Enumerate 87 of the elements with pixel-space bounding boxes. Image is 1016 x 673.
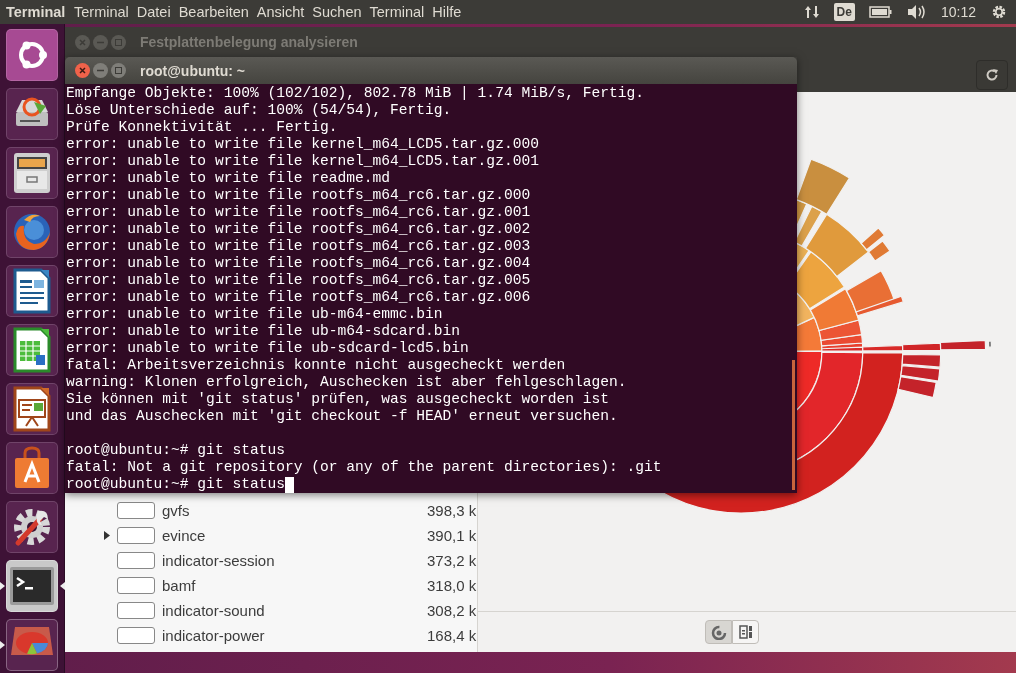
refresh-button[interactable] <box>976 59 1008 90</box>
color-swatch <box>117 627 155 644</box>
minimize-icon <box>97 67 104 74</box>
color-swatch <box>117 577 155 594</box>
menu-item[interactable]: Ansicht <box>256 4 305 20</box>
terminal-line: root@ubuntu:~# git status <box>66 476 285 493</box>
terminal-line: warning: Klonen erfolgreich, Auschecken ist aber fehlgeschlagen. <box>66 374 627 391</box>
terminal-icon <box>9 566 55 606</box>
folder-size: 168,4 k <box>427 627 477 644</box>
launcher-item[interactable] <box>6 29 58 81</box>
keyboard-layout-indicator[interactable]: De <box>833 3 855 21</box>
folder-size: 318,0 k <box>427 577 477 594</box>
view-toggle-button[interactable] <box>705 620 732 644</box>
color-swatch <box>117 527 155 544</box>
terminal-line: error: unable to write file kernel_m64_LCD5.tar.gz.001 <box>66 153 539 170</box>
folder-name[interactable]: gvfs <box>162 502 427 519</box>
terminal-line: Löse Unterschiede auf: 100% (54/54), Fertig. <box>66 102 452 119</box>
refresh-icon <box>985 67 999 82</box>
file-cabinet-icon <box>11 151 53 195</box>
battery-icon[interactable] <box>868 5 893 19</box>
terminal-line: Sie können mit 'git status' prüfen, was ausgecheckt worden ist <box>66 391 609 408</box>
expander-icon[interactable] <box>104 531 110 540</box>
terminal-line: error: unable to write file rootfs_m64_rc6.tar.gz.005 <box>66 272 531 289</box>
folder-name[interactable]: indicator-session <box>162 552 427 569</box>
app-name: Terminal <box>5 4 66 20</box>
terminal-line: error: unable to write file rootfs_m64_rc6.tar.gz.001 <box>66 204 531 221</box>
terminal-line: root@ubuntu:~# git status <box>66 442 285 459</box>
terminal-line: error: unable to write file readme.md <box>66 170 391 187</box>
transfer-arrows-icon[interactable] <box>803 4 820 20</box>
folder-name[interactable]: indicator-power <box>162 627 427 644</box>
menu-item[interactable]: Bearbeiten <box>178 4 249 20</box>
launcher-item[interactable] <box>6 442 58 494</box>
color-swatch <box>117 552 155 569</box>
terminal-line: error: unable to write file ub-m64-sdcard.bin <box>66 323 461 340</box>
terminal-line: error: unable to write file rootfs_m64_rc6.tar.gz.002 <box>66 221 531 238</box>
document-icon <box>12 268 52 314</box>
minimize-button[interactable] <box>93 63 108 78</box>
clock[interactable]: 10:12 <box>940 4 976 20</box>
menu-item[interactable]: Hilfe <box>432 4 462 20</box>
terminal-line: error: unable to write file rootfs_m64_rc6.tar.gz.003 <box>66 238 531 255</box>
terminal-line: Empfange Objekte: 100% (102/102), 802.78 MiB | 1.74 MiB/s, Fertig. <box>66 85 644 102</box>
shopping-bag-icon <box>12 446 52 490</box>
terminal-line: error: unable to write file rootfs_m64_rc6.tar.gz.006 <box>66 289 531 306</box>
treemap-chart-icon <box>738 625 753 639</box>
terminal-line: error: unable to write file ub-sdcard-lcd5.bin <box>66 340 469 357</box>
gear-icon[interactable] <box>990 3 1008 21</box>
maximize-button[interactable] <box>111 63 126 78</box>
menu-item[interactable]: Terminal <box>369 4 425 20</box>
folder-name[interactable]: bamf <box>162 577 427 594</box>
folder-size: 373,2 k <box>427 552 477 569</box>
folder-name[interactable]: evince <box>162 527 427 544</box>
scrollbar[interactable] <box>792 360 795 490</box>
launcher-item[interactable] <box>6 501 58 553</box>
terminal-line: und das Auschecken mit 'git checkout -f HEAD' erneut versuchen. <box>66 408 618 425</box>
close-button[interactable] <box>75 63 90 78</box>
folder-size: 308,2 k <box>427 602 477 619</box>
presentation-icon <box>12 386 52 432</box>
color-swatch <box>117 602 155 619</box>
terminal-line: fatal: Arbeitsverzeichnis konnte nicht ausgecheckt werden <box>66 357 566 374</box>
spreadsheet-icon <box>12 327 52 373</box>
window-title: Festplattenbelegung analysieren <box>140 34 358 50</box>
menu-item[interactable]: Suchen <box>312 4 362 20</box>
folder-size: 390,1 k <box>427 527 477 544</box>
window-title: root@ubuntu: ~ <box>140 62 245 79</box>
running-indicator-icon <box>0 641 5 649</box>
folder-size: 398,3 k <box>427 502 477 519</box>
rings-chart-icon <box>710 624 727 640</box>
close-icon <box>79 38 86 46</box>
launcher-item[interactable] <box>6 147 58 199</box>
terminal-line: fatal: Not a git repository (or any of the parent directories): .git <box>66 459 662 476</box>
launcher-item[interactable] <box>6 88 58 140</box>
launcher-item[interactable] <box>6 383 58 435</box>
folder-name[interactable]: indicator-sound <box>162 602 427 619</box>
terminal-line: error: unable to write file kernel_m64_LCD5.tar.gz.000 <box>66 136 539 153</box>
menu-item[interactable]: Terminal <box>74 4 129 20</box>
volume-icon[interactable] <box>906 4 927 20</box>
close-icon <box>79 67 86 74</box>
launcher-item[interactable] <box>6 265 58 317</box>
launcher-item[interactable] <box>6 324 58 376</box>
terminal-line: error: unable to write file rootfs_m64_rc6.tar.gz.000 <box>66 187 531 204</box>
view-toggle-button[interactable] <box>732 620 759 644</box>
terminal-line: error: unable to write file ub-m64-emmc.bin <box>66 306 443 323</box>
terminal-line: Prüfe Konnektivität ... Fertig. <box>66 119 338 136</box>
color-swatch <box>117 502 155 519</box>
launcher-item[interactable] <box>6 560 58 612</box>
menu-item[interactable]: Datei <box>136 4 171 20</box>
terminal-line: error: unable to write file rootfs_m64_rc6.tar.gz.004 <box>66 255 531 272</box>
